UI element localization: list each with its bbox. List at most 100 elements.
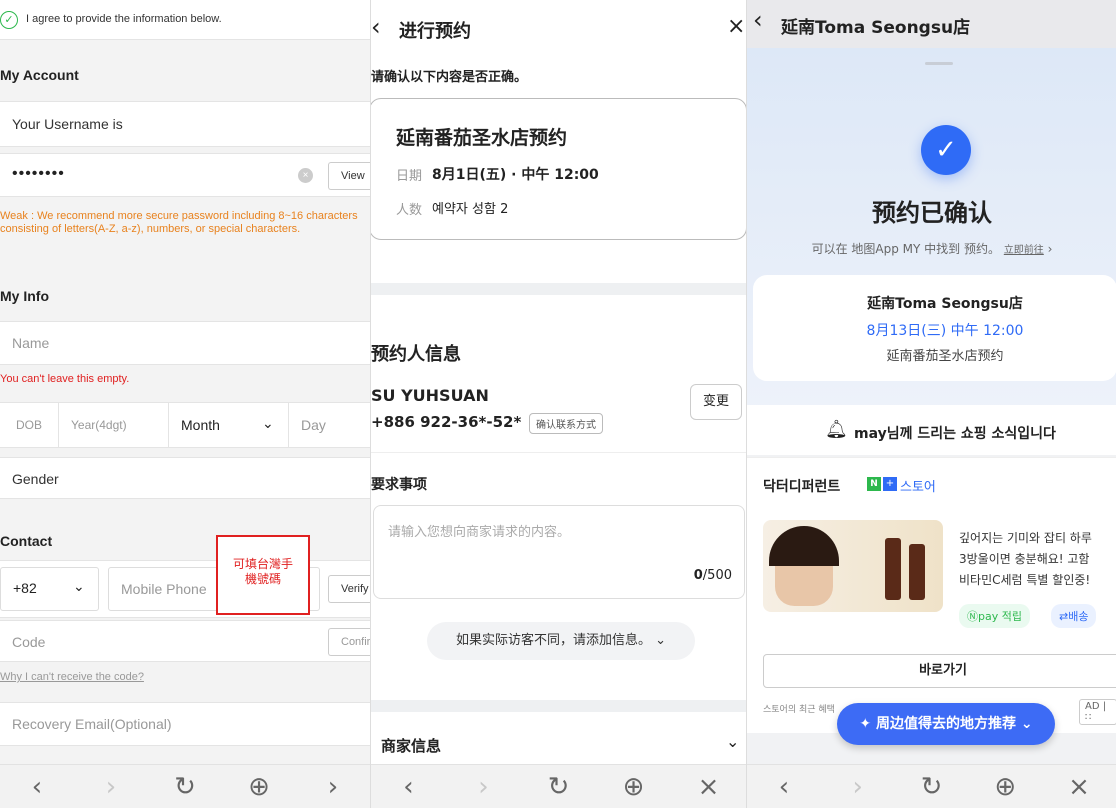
shopping-news: 🔔︎ may님께 드리는 쇼핑 소식입니다 <box>747 405 1116 455</box>
confirmed-heading: 预约已确认 <box>872 199 992 227</box>
close-icon[interactable]: × <box>727 14 745 39</box>
confirmation-panel: ‹ 延南Toma Seongsu店 ✓ 预约已确认 可以在 地图App MY 中… <box>746 0 1116 808</box>
store-footnote: 스토어의 최근 혜택 <box>763 705 835 715</box>
char-counter: 0/500 <box>693 568 732 583</box>
booker-phone: +886 922-36*-52* <box>371 413 522 431</box>
country-code-select[interactable]: +82 ⌄ <box>0 567 99 611</box>
view-password-button[interactable]: View <box>328 162 370 190</box>
change-button[interactable]: 变更 <box>690 384 742 420</box>
mobile-placeholder: Mobile Phone <box>121 581 207 597</box>
year-input[interactable]: Year(4dgt) <box>58 403 168 447</box>
header: ‹ 延南Toma Seongsu店 <box>747 0 1116 48</box>
close-icon[interactable]: × <box>1059 765 1099 808</box>
merchant-info-heading: 商家信息 <box>381 737 442 755</box>
bell-icon: 🔔︎ <box>825 419 848 440</box>
globe-icon[interactable]: ⊕ <box>985 765 1025 808</box>
chevron-down-icon[interactable]: ⌄ <box>726 732 739 751</box>
reservation-panel: ‹ 进行预约 × 请确认以下内容是否正确。 延南番茄圣水店预约 日期 8月1日(… <box>370 0 746 808</box>
ad-copy: 깊어지는 기미와 잡티 하루 3방울이면 충분해요! 고함 비타민C세럼 특별 … <box>959 528 1092 591</box>
hair-shape <box>769 526 839 566</box>
verify-button[interactable]: Verify <box>328 575 370 603</box>
signup-form-panel: ✓ I agree to provide the information bel… <box>0 0 370 808</box>
ad-tag[interactable]: AD | ∷ <box>1079 699 1116 725</box>
back-icon[interactable]: ‹ <box>371 13 381 41</box>
go-now-link[interactable]: 立即前往 <box>1004 245 1044 256</box>
divider <box>371 452 746 453</box>
annotation-box: 可填台灣手 機號碼 <box>216 535 310 615</box>
people-label: 人数 <box>396 203 423 218</box>
back-icon[interactable]: ‹ <box>17 765 57 808</box>
recovery-email-input[interactable]: Recovery Email(Optional) <box>0 702 370 746</box>
forward-icon[interactable]: › <box>464 765 504 808</box>
password-value: •••••••• <box>12 165 65 182</box>
hint-text: 可以在 地图App MY 中找到 预约。 <box>811 242 1000 256</box>
booker-info-heading: 预约人信息 <box>371 344 461 365</box>
store-label: 스토어 <box>900 480 936 495</box>
requests-heading: 要求事项 <box>371 477 427 493</box>
agree-text: I agree to provide the information below… <box>26 13 222 25</box>
password-field[interactable]: •••••••• × View <box>0 153 370 197</box>
delivery-badge: ⇄배송 <box>1051 604 1097 628</box>
close-icon[interactable]: × <box>689 765 729 808</box>
browser-toolbar: ‹ › ↻ ⊕ › <box>0 764 370 808</box>
npay-badge: Ⓝpay 적립 <box>959 604 1030 628</box>
chevron-right-icon[interactable]: › <box>313 765 353 808</box>
confirm-button[interactable]: Confirm <box>328 628 370 656</box>
sparkle-icon: ✦ <box>859 716 872 732</box>
gender-select[interactable]: Gender <box>0 457 370 499</box>
back-icon[interactable]: ‹ <box>753 6 763 34</box>
globe-icon[interactable]: ⊕ <box>614 765 654 808</box>
bottle-shape <box>909 544 925 600</box>
globe-icon[interactable]: ⊕ <box>239 765 279 808</box>
name-input[interactable]: Name <box>0 321 370 365</box>
dob-row: DOB Year(4dgt) Month ⌄ Day <box>0 402 370 448</box>
add-visitor-button[interactable]: 如果实际访客不同，请添加信息。 ⌄ <box>427 622 695 660</box>
add-visitor-label: 如果实际访客不同，请添加信息。 <box>455 633 651 648</box>
ad-line-3: 비타민C세럼 특별 할인중! <box>959 573 1091 587</box>
confirm-contact-badge[interactable]: 确认联系方式 <box>529 413 603 434</box>
back-icon[interactable]: ‹ <box>764 765 804 808</box>
username-label: Your Username is <box>12 116 123 132</box>
browser-toolbar: ‹ › ↻ ⊕ × <box>371 764 746 808</box>
ad-card: 닥터디퍼런트 N + 스토어 깊어지는 기미와 잡티 하루 3방울이면 충분해요… <box>747 457 1116 733</box>
forward-icon[interactable]: › <box>838 765 878 808</box>
chevron-down-icon: ⌄ <box>73 578 85 594</box>
clear-icon[interactable]: × <box>298 168 313 183</box>
code-input[interactable]: Code Confirm <box>0 620 370 662</box>
reload-icon[interactable]: ↻ <box>539 765 579 808</box>
page-title: 延南Toma Seongsu店 <box>781 18 971 38</box>
password-warning: Weak : We recommend more secure password… <box>0 210 358 235</box>
ad-product-image[interactable] <box>763 520 943 612</box>
my-info-heading: My Info <box>0 288 49 304</box>
people-value: 예약자 성함 2 <box>432 202 509 217</box>
go-shop-button[interactable]: 바로가기 <box>763 654 1116 688</box>
gender-label: Gender <box>12 471 59 487</box>
page-title: 进行预约 <box>399 21 471 42</box>
cant-receive-link[interactable]: Why I can't receive the code? <box>0 671 144 683</box>
forward-icon[interactable]: › <box>91 765 131 808</box>
bottle-shape <box>885 538 901 600</box>
back-icon[interactable]: ‹ <box>389 765 429 808</box>
reservation-datetime: 8月13日(三) 中午 12:00 <box>866 323 1024 339</box>
my-hint: 可以在 地图App MY 中找到 预约。 立即前往 › <box>747 240 1116 257</box>
reload-icon[interactable]: ↻ <box>165 765 205 808</box>
recommend-button[interactable]: ✦ 周边值得去的地方推荐 ⌄ <box>837 703 1055 745</box>
name-error: You can't leave this empty. <box>0 373 130 385</box>
annotation-line-2: 機號碼 <box>244 572 281 586</box>
reload-icon[interactable]: ↻ <box>911 765 951 808</box>
day-input[interactable]: Day <box>288 403 370 447</box>
drag-handle[interactable] <box>925 62 953 65</box>
agree-row[interactable]: ✓ I agree to provide the information bel… <box>0 0 370 40</box>
shopping-news-text: may님께 드리는 쇼핑 소식입니다 <box>854 426 1056 442</box>
dob-label: DOB <box>16 418 43 432</box>
phone-row: +82 ⌄ Mobile Phone Verify <box>0 560 370 618</box>
chevron-down-icon: ⌄ <box>262 415 274 431</box>
recommend-label: 周边值得去的地方推荐 <box>876 716 1016 732</box>
request-textarea[interactable]: 请输入您想向商家请求的内容。 0/500 <box>373 505 745 599</box>
month-select[interactable]: Month ⌄ <box>168 403 288 447</box>
ad-line-1: 깊어지는 기미와 잡티 하루 <box>959 531 1092 545</box>
day-placeholder: Day <box>301 417 326 433</box>
chevron-down-icon: ⌄ <box>1020 716 1033 732</box>
username-row: Your Username is <box>0 101 370 147</box>
date-label: 日期 <box>396 169 423 184</box>
